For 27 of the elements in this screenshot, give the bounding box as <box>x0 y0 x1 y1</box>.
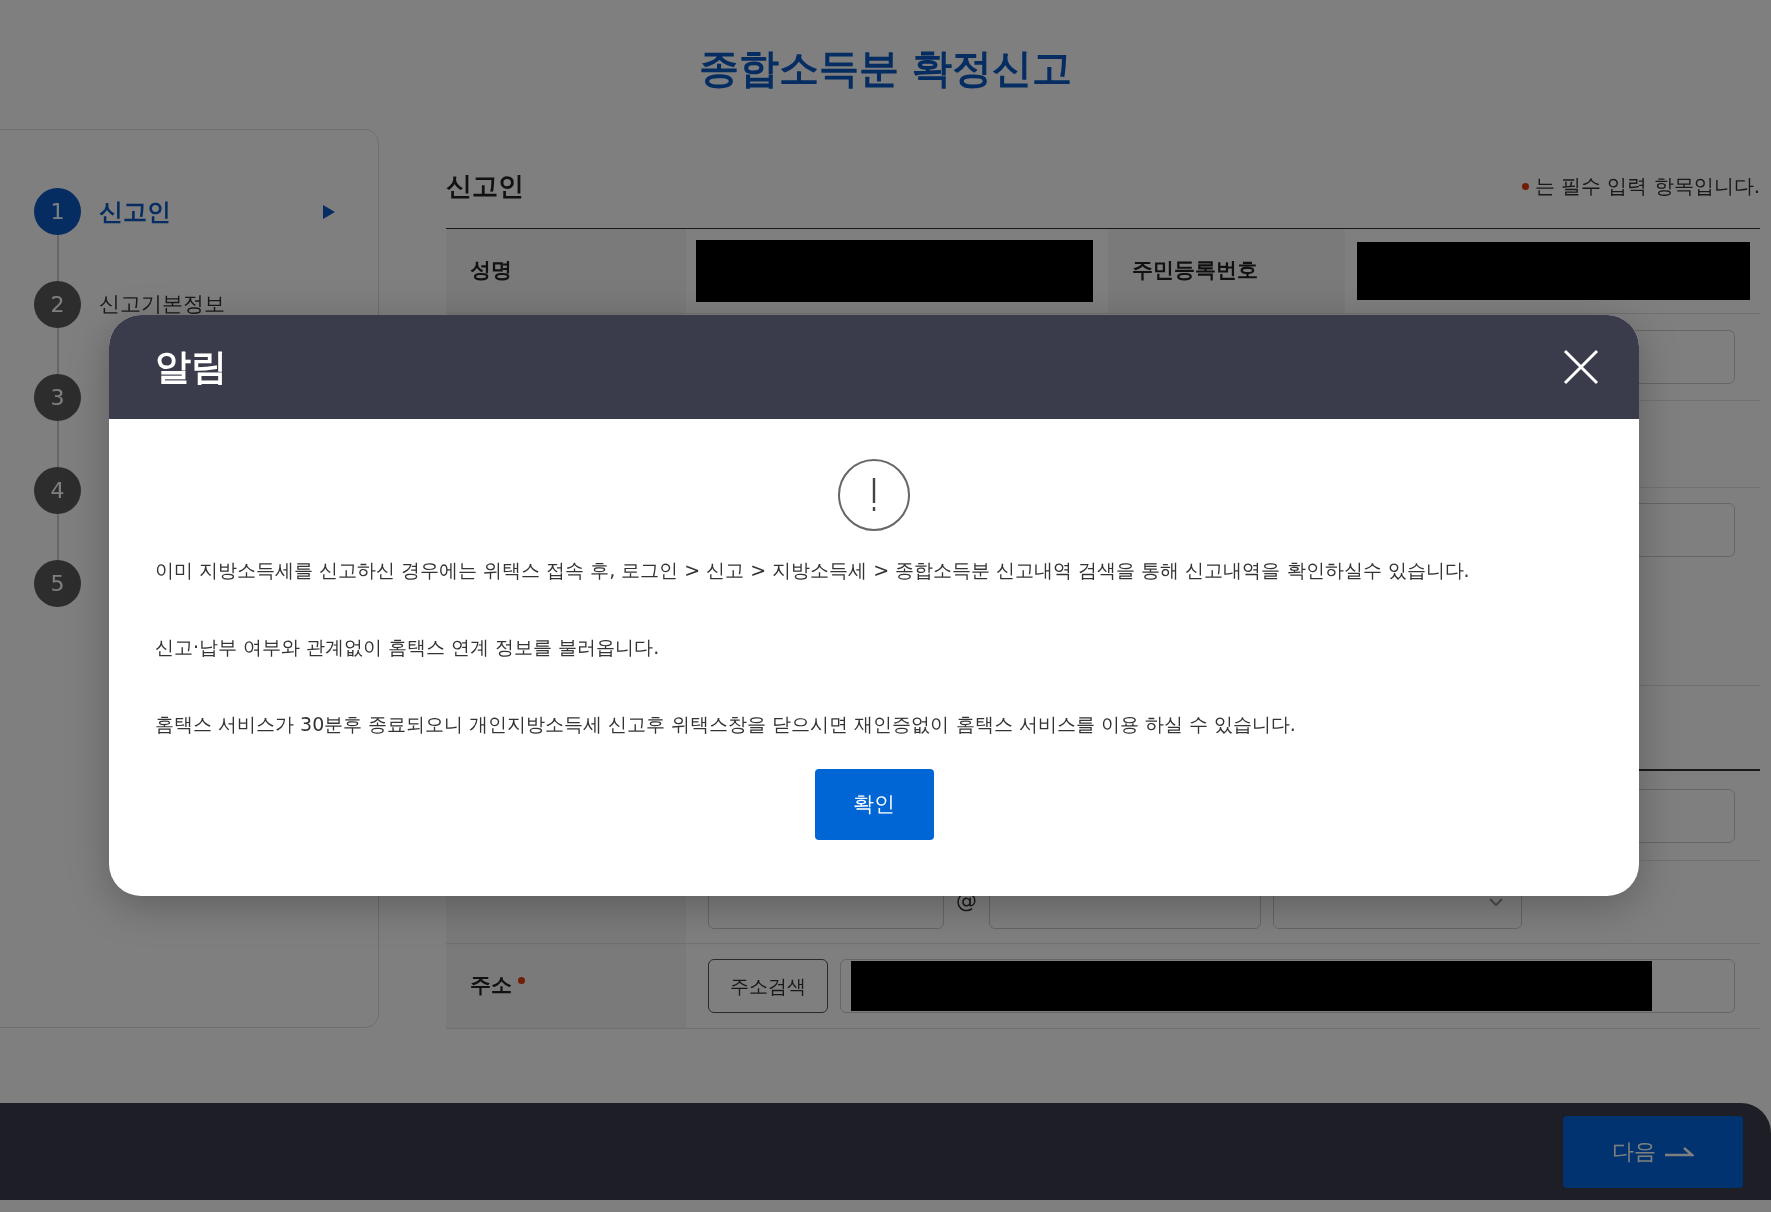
field-label: 주소 <box>470 972 512 1000</box>
triangle-icon <box>322 204 336 220</box>
required-dot-icon <box>1521 182 1529 190</box>
page-title: 종합소득분 확정신고 <box>698 45 1073 91</box>
step-number[interactable]: 4 <box>34 467 81 514</box>
confirm-button[interactable]: 확인 <box>814 769 934 840</box>
dialog-title: 알림 <box>155 345 227 389</box>
dialog-message: 신고·납부 여부와 관계없이 홈택스 연계 정보를 불러옵니다. <box>155 635 661 660</box>
step-number[interactable]: 5 <box>34 560 81 607</box>
dialog-message: 이미 지방소득세를 신고하신 경우에는 위택스 접속 후, 로그인 > 신고 > 지방소득세 > 종합소득분 신고내역 검색을 통해 신고내역을 확인하실수 있습니다. <box>155 558 1471 583</box>
address-search-button[interactable]: 주소검색 <box>708 959 828 1013</box>
step-number[interactable]: 2 <box>34 281 81 328</box>
close-button[interactable] <box>1563 349 1599 385</box>
next-button[interactable]: 다음 <box>1563 1115 1743 1188</box>
field-label: 주민등록번호 <box>1132 257 1258 285</box>
step-number[interactable]: 1 <box>34 188 81 235</box>
required-note: 는 필수 입력 항목입니다. <box>1534 173 1760 200</box>
close-icon <box>1563 349 1599 385</box>
step-label: 신고기본정보 <box>99 290 225 318</box>
field-label: 성명 <box>470 257 512 285</box>
chevron-down-icon <box>1489 897 1503 907</box>
step-label: 신고인 <box>99 196 171 228</box>
address-field[interactable] <box>840 959 1735 1013</box>
section-title: 신고인 <box>446 169 524 203</box>
exclamation-icon <box>838 459 910 531</box>
dialog-message: 홈택스 서비스가 30분후 종료되오니 개인지방소득세 신고후 위택스창을 닫으시면 재인증없이 홈택스 서비스를 이용 하실 수 있습니다. <box>155 712 1297 737</box>
step-number[interactable]: 3 <box>34 374 81 421</box>
